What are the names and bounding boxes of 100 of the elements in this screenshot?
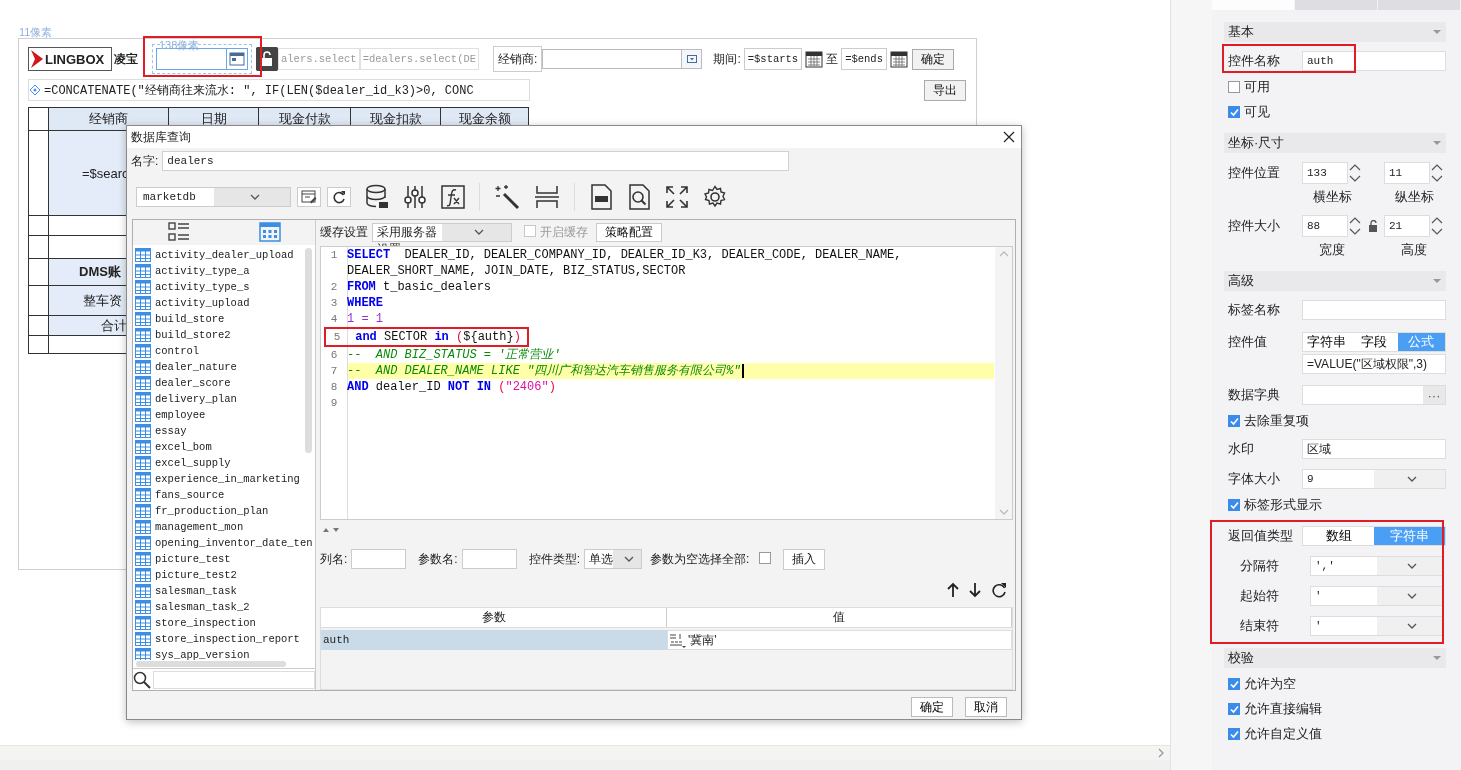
calendar-icon[interactable]	[805, 50, 824, 68]
splitter-icon[interactable]	[322, 527, 340, 533]
spinner-icon[interactable]	[1430, 162, 1444, 184]
dropdown-button[interactable]	[682, 49, 703, 69]
table-name[interactable]: opening_inventor_date_ten	[155, 536, 313, 549]
table-name[interactable]: sys_app_version	[155, 648, 250, 661]
checkbox[interactable]	[1228, 81, 1240, 93]
export-button[interactable]: 导出	[924, 79, 966, 101]
caret-icon[interactable]	[473, 227, 484, 237]
number-field[interactable]: 88	[1302, 215, 1348, 237]
checkbox[interactable]	[1228, 678, 1240, 690]
caret-icon[interactable]	[249, 192, 260, 202]
dropdown[interactable]: '	[1310, 616, 1444, 636]
section-header[interactable]: 校验	[1224, 648, 1446, 668]
edit-connection-button[interactable]	[297, 187, 321, 207]
table-name[interactable]: salesman_task_2	[155, 600, 250, 613]
calendar-icon[interactable]	[889, 50, 908, 68]
strategy-button[interactable]: 策略配置	[596, 222, 662, 242]
dropdown[interactable]: 9	[1302, 469, 1446, 489]
end-date-field[interactable]: =$ends	[841, 48, 887, 70]
table-name[interactable]: management_mon	[155, 520, 244, 533]
calendar-icon[interactable]	[229, 52, 245, 66]
scrollbar[interactable]	[305, 247, 312, 453]
table-name[interactable]: salesman_task	[155, 584, 237, 597]
spinner-icon[interactable]	[1430, 215, 1444, 237]
checkbox[interactable]	[1228, 703, 1240, 715]
arrow-up-icon[interactable]	[947, 582, 959, 598]
lock-icon[interactable]	[1368, 220, 1378, 232]
table-name[interactable]: fans_source	[155, 488, 225, 501]
dropdown[interactable]: '	[1310, 586, 1444, 606]
table-name[interactable]: experience_in_marketing	[155, 472, 300, 485]
refresh-icon[interactable]	[991, 582, 1007, 598]
scrollbar[interactable]	[0, 745, 1170, 760]
table-cell[interactable]: '冀南'	[688, 631, 717, 649]
section-header[interactable]: 高级	[1224, 271, 1446, 291]
dropdown[interactable]: ','	[1310, 556, 1444, 576]
confirm-button[interactable]: 确定	[911, 48, 954, 70]
scroll-right-icon[interactable]	[1158, 748, 1164, 758]
scrollbar[interactable]	[136, 661, 286, 668]
refresh-button[interactable]	[327, 187, 351, 207]
table-name[interactable]: picture_test2	[155, 568, 237, 581]
checkbox[interactable]	[1228, 499, 1240, 511]
table-name[interactable]: store_inspection_report	[155, 632, 300, 645]
table-name[interactable]: excel_supply	[155, 456, 231, 469]
table-name[interactable]: employee	[155, 408, 206, 421]
value-type-icon[interactable]	[668, 632, 686, 648]
spinner-icon[interactable]	[1348, 162, 1362, 184]
table-name[interactable]: picture_test	[155, 552, 231, 565]
table-name[interactable]: activity_dealer_upload	[155, 248, 294, 261]
split-icon[interactable]	[534, 184, 560, 210]
database-icon[interactable]	[365, 184, 389, 210]
checkbox[interactable]	[1228, 415, 1240, 427]
caret-icon[interactable]	[624, 554, 635, 564]
table-cell[interactable]: auth	[321, 630, 667, 650]
segment-option[interactable]: 数组	[1303, 527, 1374, 545]
wand-icon[interactable]	[494, 184, 520, 210]
checkbox[interactable]	[1228, 728, 1240, 740]
column-name-field[interactable]	[351, 549, 407, 569]
cancel-button[interactable]: 取消	[965, 697, 1007, 717]
table-name[interactable]: excel_bom	[155, 440, 212, 453]
settings-icon[interactable]	[703, 185, 727, 209]
table-name[interactable]: control	[155, 344, 200, 357]
search-field[interactable]	[153, 670, 315, 689]
section-header[interactable]: 坐标·尺寸	[1224, 133, 1446, 153]
text-field[interactable]	[1302, 300, 1446, 320]
text-field[interactable]: 区域	[1302, 439, 1446, 459]
section-header[interactable]: 基本	[1224, 22, 1446, 42]
table-name[interactable]: store_inspection	[155, 616, 256, 629]
text-field[interactable]: auth	[1302, 51, 1446, 71]
name-field[interactable]: dealers	[162, 151, 790, 171]
table-name[interactable]: dealer_score	[155, 376, 231, 389]
ok-button[interactable]: 确定	[911, 697, 953, 717]
segment-option[interactable]: 字符串	[1303, 333, 1351, 351]
sql-file-icon[interactable]	[589, 184, 613, 210]
sliders-icon[interactable]	[403, 184, 427, 210]
number-field[interactable]: 133	[1302, 162, 1348, 184]
table-name[interactable]: essay	[155, 424, 187, 437]
checkbox[interactable]	[1228, 106, 1240, 118]
table-name[interactable]: dealer_nature	[155, 360, 237, 373]
checkbox[interactable]	[759, 551, 772, 564]
table-name[interactable]: delivery_plan	[155, 392, 237, 405]
database-dropdown[interactable]: marketdb	[136, 187, 291, 207]
start-date-field[interactable]: =$starts	[743, 48, 803, 70]
caret-icon[interactable]	[1407, 591, 1417, 601]
formula-field[interactable]: =VALUE("区域权限",3)	[1302, 354, 1446, 374]
caret-icon[interactable]	[1406, 474, 1417, 484]
number-field[interactable]: 11	[1384, 162, 1430, 184]
close-icon[interactable]	[1003, 131, 1015, 143]
dealer-field[interactable]	[542, 49, 683, 69]
caret-icon[interactable]	[1407, 561, 1417, 571]
parameter-name-field[interactable]	[461, 549, 517, 569]
expand-icon[interactable]	[665, 185, 689, 209]
function-icon[interactable]	[441, 185, 465, 209]
number-field[interactable]: 21	[1384, 215, 1430, 237]
insert-button[interactable]: 插入	[783, 548, 826, 570]
lock-icon[interactable]	[256, 47, 278, 71]
document-search-icon[interactable]	[627, 184, 651, 210]
spinner-icon[interactable]	[1348, 215, 1362, 237]
table-name[interactable]: fr_production_plan	[155, 504, 269, 517]
arrow-down-icon[interactable]	[969, 582, 981, 598]
